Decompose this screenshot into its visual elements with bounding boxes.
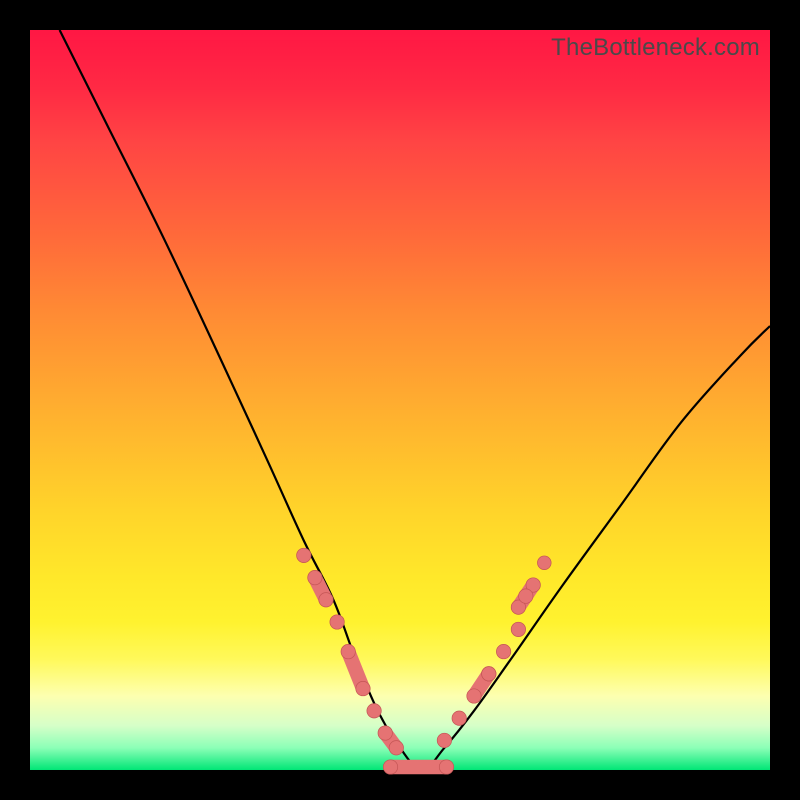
data-point-marker [341,644,355,658]
data-point-marker [482,667,496,681]
data-point-marker [367,704,381,718]
data-point-marker [319,593,333,607]
data-point-marker [519,589,533,603]
data-point-marker [496,644,510,658]
data-point-marker [537,556,551,570]
data-point-marker [297,548,311,562]
marker-group [297,548,552,774]
data-point-marker [356,681,370,695]
bottleneck-curve-path [60,30,770,770]
data-point-marker [330,615,344,629]
data-point-marker [452,711,466,725]
chart-plot-area: TheBottleneck.com [30,30,770,770]
data-point-marker [511,622,525,636]
data-point-marker [308,570,322,584]
data-point-marker [439,760,453,774]
data-point-marker [437,733,451,747]
data-point-marker [378,726,392,740]
data-point-marker [383,760,397,774]
data-point-marker [389,741,403,755]
data-point-marker [467,689,481,703]
bottleneck-curve-svg [30,30,770,770]
